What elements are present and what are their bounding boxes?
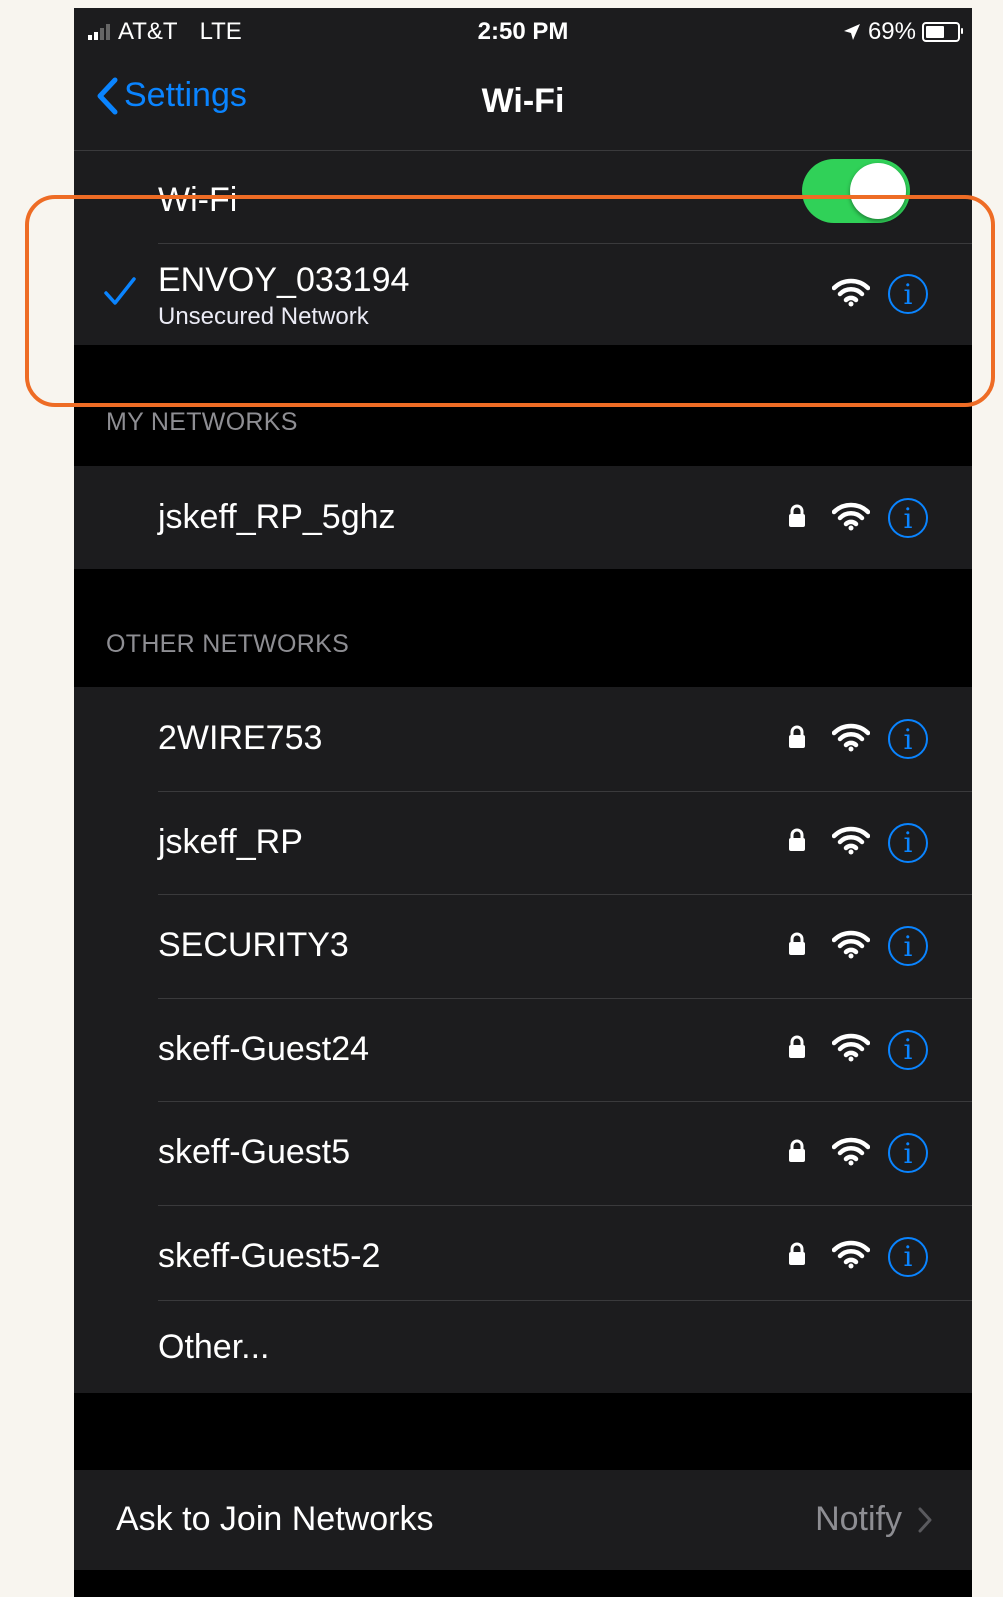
- other-network-row[interactable]: skeff-Guest5 i: [74, 1101, 972, 1205]
- info-icon[interactable]: i: [888, 1029, 928, 1070]
- network-icons: i: [788, 926, 928, 966]
- ask-to-join-value: Notify: [815, 1500, 932, 1539]
- highlight-annotation: [25, 195, 995, 407]
- network-name: 2WIRE753: [158, 719, 323, 757]
- wifi-icon: [831, 1032, 871, 1067]
- network-name: SECURITY3: [158, 926, 349, 964]
- network-icons: i: [788, 1029, 928, 1070]
- other-network-label: Other...: [158, 1328, 270, 1366]
- row-divider: [158, 997, 972, 999]
- other-network-row[interactable]: SECURITY3 i: [74, 894, 972, 998]
- ask-to-join-value-text: Notify: [815, 1500, 902, 1538]
- wifi-icon: [831, 825, 871, 860]
- other-network-row[interactable]: skeff-Guest24 i: [74, 997, 972, 1102]
- other-network-row[interactable]: 2WIRE753 i: [74, 687, 972, 791]
- row-divider: [158, 790, 972, 792]
- network-icons: i: [788, 498, 928, 538]
- lock-icon: [788, 828, 806, 857]
- status-time: 2:50 PM: [477, 18, 569, 45]
- lock-icon: [788, 504, 806, 533]
- lock-icon: [788, 1139, 806, 1168]
- network-icons: i: [788, 1133, 928, 1173]
- info-icon[interactable]: i: [888, 498, 928, 538]
- wifi-icon: [831, 501, 871, 536]
- navigation-bar: Settings Wi-Fi: [74, 58, 972, 151]
- ask-to-join-label: Ask to Join Networks: [116, 1500, 434, 1538]
- chevron-right-icon: [918, 1507, 932, 1532]
- status-right: 69%: [842, 18, 963, 46]
- row-divider: [158, 894, 972, 895]
- row-divider: [158, 1300, 972, 1301]
- lock-icon: [788, 1035, 806, 1064]
- wifi-icon: [831, 929, 871, 964]
- network-name: jskeff_RP_5ghz: [158, 498, 396, 536]
- battery-icon: [922, 22, 963, 42]
- lock-icon: [788, 1242, 806, 1271]
- network-icons: i: [788, 719, 928, 759]
- other-networks-header: OTHER NETWORKS: [106, 630, 350, 658]
- network-icons: i: [788, 822, 928, 863]
- lock-icon: [788, 725, 806, 754]
- network-icons: i: [788, 1236, 928, 1277]
- page-title: Wi-Fi: [481, 82, 565, 120]
- my-network-row[interactable]: jskeff_RP_5ghz i: [74, 466, 972, 569]
- info-icon[interactable]: i: [888, 1133, 928, 1173]
- ask-to-join-row[interactable]: Ask to Join Networks Notify: [74, 1470, 972, 1570]
- network-name: skeff-Guest24: [158, 1029, 370, 1068]
- my-networks-header: MY NETWORKS: [106, 408, 298, 436]
- other-network-row[interactable]: skeff-Guest5-2 i: [74, 1204, 972, 1309]
- network-name: skeff-Guest5-2: [158, 1236, 381, 1275]
- location-arrow-icon: [843, 24, 860, 40]
- other-network-row[interactable]: jskeff_RP i: [74, 790, 972, 895]
- wifi-icon: [831, 722, 871, 757]
- info-icon[interactable]: i: [888, 822, 928, 863]
- status-bar: AT&T LTE 2:50 PM 69%: [74, 8, 972, 58]
- row-divider: [158, 1101, 972, 1102]
- wifi-icon: [831, 1136, 871, 1171]
- lock-icon: [788, 932, 806, 961]
- network-name: jskeff_RP: [158, 822, 303, 861]
- battery-percent: 69%: [867, 18, 916, 45]
- info-icon[interactable]: i: [888, 1236, 928, 1277]
- other-network-row[interactable]: Other...: [74, 1300, 972, 1393]
- row-divider: [158, 1204, 972, 1206]
- network-name: skeff-Guest5: [158, 1133, 351, 1171]
- wifi-icon: [831, 1239, 871, 1274]
- info-icon[interactable]: i: [888, 719, 928, 759]
- info-icon[interactable]: i: [888, 926, 928, 966]
